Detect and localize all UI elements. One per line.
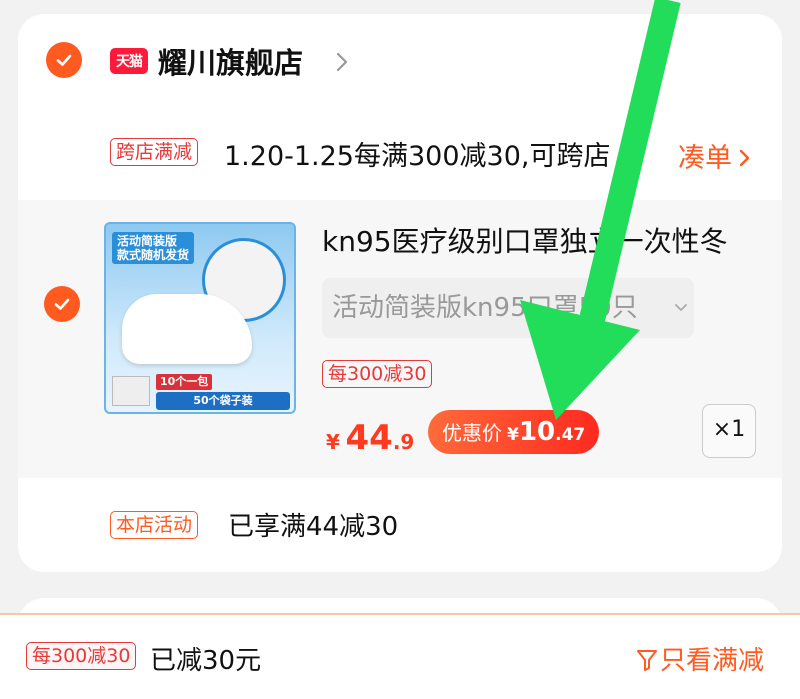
item-title[interactable]: kn95医疗级别口罩独立一次性冬 <box>322 220 762 260</box>
price-decimal: .9 <box>392 430 415 454</box>
store-select-checkbox[interactable] <box>46 42 82 78</box>
discount-integer: 10 <box>518 417 556 447</box>
bottom-discount-text: 已减30元 <box>150 646 262 676</box>
discount-decimal: .47 <box>555 425 586 445</box>
price-symbol: ¥ <box>326 430 340 454</box>
discount-label: 优惠价 <box>442 421 502 445</box>
item-select-checkbox[interactable] <box>44 286 80 322</box>
cou-dan-label: 凑单 <box>678 143 732 174</box>
chevron-down-icon <box>675 304 687 311</box>
tmall-logo: 天猫 <box>110 48 148 74</box>
thumbnail-package <box>112 376 150 406</box>
store-name[interactable]: 耀川旗舰店 <box>158 40 303 82</box>
check-icon <box>54 298 70 310</box>
check-icon <box>56 54 72 66</box>
product-thumbnail[interactable]: 活动简装版 款式随机发货 10个一包 50个袋子装 <box>104 222 296 414</box>
thumbnail-bar: 50个袋子装 <box>156 392 290 410</box>
discount-price-pill: 优惠价 ¥10.47 <box>428 410 600 454</box>
discount-symbol: ¥ <box>507 425 519 445</box>
item-promo-tag: 每300减30 <box>322 360 433 388</box>
shop-promo-text: 已享满44减30 <box>228 512 399 542</box>
bottom-promo-tag: 每300减30 <box>26 642 137 670</box>
thumbnail-banner-line1: 活动简装版 <box>117 234 178 248</box>
quantity-selector[interactable]: ×1 <box>702 404 756 458</box>
price-integer: 44 <box>345 418 393 458</box>
shop-promo-tag: 本店活动 <box>110 511 199 539</box>
only-discount-filter-button[interactable]: 只看满减 <box>636 640 764 677</box>
chevron-right-icon[interactable] <box>330 48 354 76</box>
item-price: ¥ 44.9 <box>326 418 414 458</box>
cross-store-promo-tag: 跨店满减 <box>110 138 199 166</box>
item-spec-text: 活动简装版kn95口罩50只 <box>332 293 638 323</box>
chevron-right-icon <box>739 149 750 167</box>
thumbnail-banner-line2: 款式随机发货 <box>117 248 190 262</box>
filter-label: 只看满减 <box>660 646 765 676</box>
item-spec-selector[interactable]: 活动简装版kn95口罩50只 <box>322 278 694 338</box>
cou-dan-link[interactable]: 凑单 <box>678 136 754 175</box>
filter-icon <box>637 650 657 671</box>
cross-store-promo-text: 1.20-1.25每满300减30,可跨店 <box>224 141 611 172</box>
thumbnail-banner: 活动简装版 款式随机发货 <box>112 232 195 264</box>
thumbnail-pack-label: 10个一包 <box>156 374 213 390</box>
